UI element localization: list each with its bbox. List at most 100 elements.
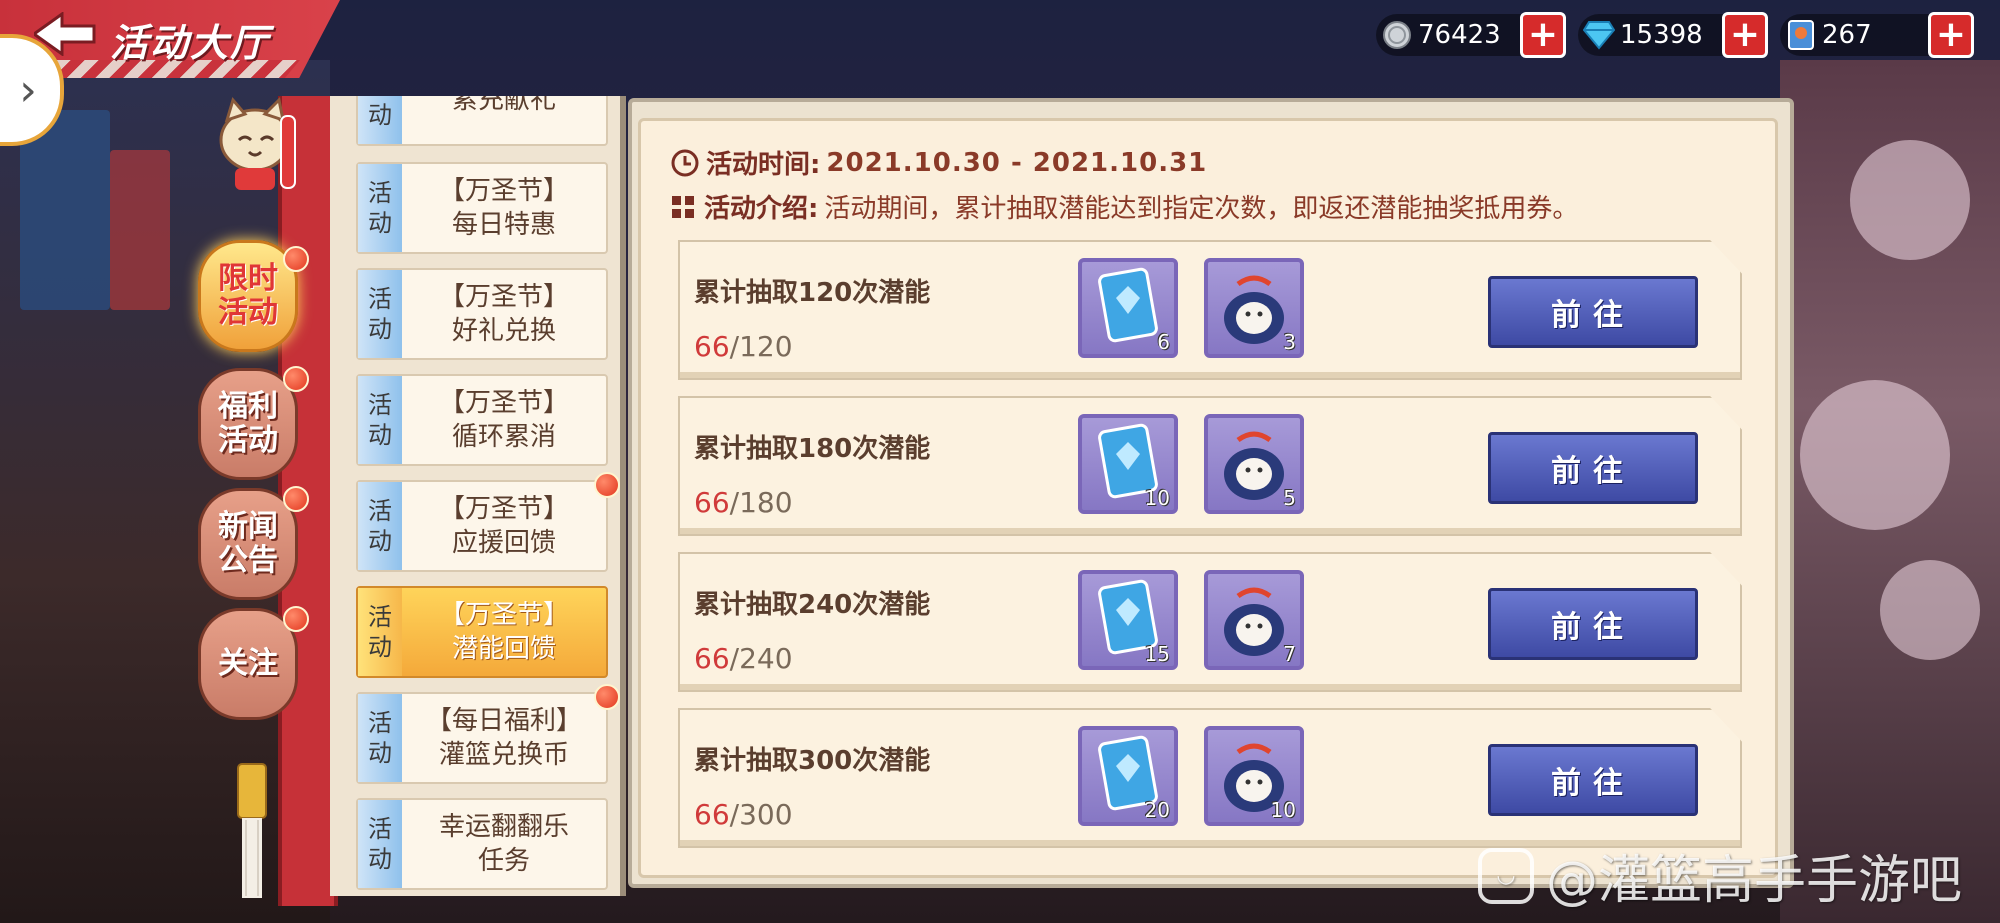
- activity-item[interactable]: 活动 幸运翻翻乐 任务: [356, 798, 608, 890]
- task-card: 累计抽取240次潜能 66/240 15 7 前往: [678, 552, 1742, 692]
- add-diamond-button[interactable]: +: [1722, 12, 1768, 58]
- reward-quantity: 5: [1283, 486, 1296, 510]
- activity-name: 【万圣节】 循环累消: [438, 388, 569, 452]
- go-button[interactable]: 前往: [1488, 276, 1698, 348]
- category-label: 福利活动: [218, 389, 278, 458]
- reward-quantity: 3: [1283, 330, 1296, 354]
- reward-quantity: 7: [1283, 642, 1296, 666]
- currency-silver: 76423 +: [1376, 12, 1566, 58]
- task-progress: 66/240: [694, 642, 793, 675]
- reward-lucky-bag[interactable]: 10: [1204, 726, 1304, 826]
- currency-diamond: 15398 +: [1578, 12, 1768, 58]
- go-button[interactable]: 前往: [1488, 588, 1698, 660]
- notification-dot: [594, 684, 620, 710]
- activity-item-selected[interactable]: 活动 【万圣节】 潜能回馈: [356, 586, 608, 678]
- reward-potential-card[interactable]: 20: [1078, 726, 1178, 826]
- activity-tag: 活动: [358, 376, 402, 464]
- reward-quantity: 10: [1144, 486, 1170, 510]
- activity-tag: 活动: [358, 694, 402, 782]
- grid-icon: [672, 195, 694, 218]
- activity-tag: 活动: [358, 800, 402, 888]
- notification-dot: [283, 246, 309, 272]
- notification-dot: [594, 472, 620, 498]
- diamond-amount: 15398: [1620, 20, 1703, 50]
- activity-tag: 活动: [358, 270, 402, 358]
- silver-amount: 76423: [1418, 20, 1501, 50]
- watermark-text: @灌篮高手手游吧: [1546, 851, 1963, 911]
- task-title: 累计抽取120次潜能: [694, 278, 931, 308]
- category-welfare-events[interactable]: 福利活动: [198, 368, 298, 480]
- reward-potential-card[interactable]: 6: [1078, 258, 1178, 358]
- event-intro: 活动介绍: 活动期间，累计抽取潜能达到指定次数，即返还潜能抽奖抵用券。: [670, 188, 1578, 225]
- background-flower: [1880, 560, 1980, 660]
- tieba-logo-icon: ◡: [1478, 847, 1534, 904]
- notification-dot: [283, 486, 309, 512]
- activity-name: 幸运翻翻乐 任务: [438, 812, 569, 876]
- reward-lucky-bag[interactable]: 5: [1204, 414, 1304, 514]
- reward-quantity: 15: [1144, 642, 1170, 666]
- reward-quantity: 10: [1270, 798, 1296, 822]
- activity-item[interactable]: 活动 【万圣节】 每日特惠: [356, 162, 608, 254]
- reward-quantity: 6: [1157, 330, 1170, 354]
- event-time: 活动时间: 2021.10.30 - 2021.10.31: [670, 144, 1207, 181]
- task-card: 累计抽取120次潜能 66/120 6 3 前往: [678, 240, 1742, 380]
- activity-item[interactable]: 活动 累充献礼: [356, 96, 608, 146]
- background-flower: [1800, 380, 1950, 530]
- notification-dot: [283, 366, 309, 392]
- category-label: 限时活动: [218, 261, 278, 330]
- go-button[interactable]: 前往: [1488, 432, 1698, 504]
- silver-coin-icon: [1380, 18, 1414, 52]
- notification-dot: [283, 606, 309, 632]
- ticket-icon: [1784, 18, 1818, 52]
- watermark: ◡ @灌篮高手手游吧: [1478, 838, 1962, 913]
- activity-name: 【万圣节】 应援回馈: [438, 494, 569, 558]
- activity-list: 活动 累充献礼 活动 【万圣节】每日特惠 活动 【万圣节】好礼兑换 活动 【万圣…: [330, 96, 626, 896]
- add-ticket-button[interactable]: +: [1928, 12, 1974, 58]
- activity-item[interactable]: 活动 【万圣节】 应援回馈: [356, 480, 608, 572]
- activity-name: 【万圣节】 好礼兑换: [438, 282, 569, 346]
- tassel-decoration: [232, 760, 272, 900]
- activity-item[interactable]: 活动 【万圣节】 循环累消: [356, 374, 608, 466]
- activity-name: 【每日福利】 灌篮兑换币: [425, 706, 582, 770]
- add-silver-button[interactable]: +: [1520, 12, 1566, 58]
- task-progress: 66/300: [694, 798, 793, 831]
- category-label: 关注: [218, 646, 278, 681]
- activity-item[interactable]: 活动 【每日福利】 灌篮兑换币: [356, 692, 608, 784]
- task-progress: 66/120: [694, 330, 793, 363]
- category-news[interactable]: 新闻公告: [198, 488, 298, 600]
- reward-quantity: 20: [1144, 798, 1170, 822]
- activity-item[interactable]: 活动 【万圣节】 好礼兑换: [356, 268, 608, 360]
- top-bar: 活动大厅 76423 + 15398 + 267 +: [0, 0, 2000, 80]
- task-card: 累计抽取300次潜能 66/300 20 10 前往: [678, 708, 1742, 848]
- reward-lucky-bag[interactable]: 7: [1204, 570, 1304, 670]
- event-intro-label: 活动介绍:: [704, 194, 819, 224]
- category-follow[interactable]: 关注: [198, 608, 298, 720]
- event-time-value: 2021.10.30 - 2021.10.31: [826, 147, 1208, 178]
- clock-icon: [671, 149, 699, 176]
- activity-name: 累充献礼: [451, 96, 556, 115]
- chevron-right-icon: ›: [19, 64, 37, 116]
- activity-tag: 活动: [358, 164, 402, 252]
- activity-name: 【万圣节】 每日特惠: [438, 176, 569, 240]
- task-progress: 66/180: [694, 486, 793, 519]
- reward-lucky-bag[interactable]: 3: [1204, 258, 1304, 358]
- activity-tag: 活动: [358, 482, 402, 570]
- activity-tag: 活动: [358, 96, 402, 144]
- page-title: 活动大厅: [110, 21, 271, 65]
- event-time-label: 活动时间:: [706, 150, 821, 180]
- task-title: 累计抽取180次潜能: [694, 434, 931, 464]
- reward-potential-card[interactable]: 10: [1078, 414, 1178, 514]
- background-banner: [110, 150, 170, 310]
- task-title: 累计抽取300次潜能: [694, 746, 931, 776]
- go-button[interactable]: 前往: [1488, 744, 1698, 816]
- event-intro-value: 活动期间，累计抽取潜能达到指定次数，即返还潜能抽奖抵用券。: [824, 194, 1579, 224]
- card-shadow: [680, 528, 1740, 534]
- card-shadow: [680, 372, 1740, 378]
- reward-potential-card[interactable]: 15: [1078, 570, 1178, 670]
- task-title: 累计抽取240次潜能: [694, 590, 931, 620]
- diamond-icon: [1582, 18, 1616, 52]
- background-flower: [1850, 140, 1970, 260]
- card-shadow: [680, 684, 1740, 690]
- category-label: 新闻公告: [218, 509, 278, 578]
- activity-name: 【万圣节】 潜能回馈: [438, 600, 569, 664]
